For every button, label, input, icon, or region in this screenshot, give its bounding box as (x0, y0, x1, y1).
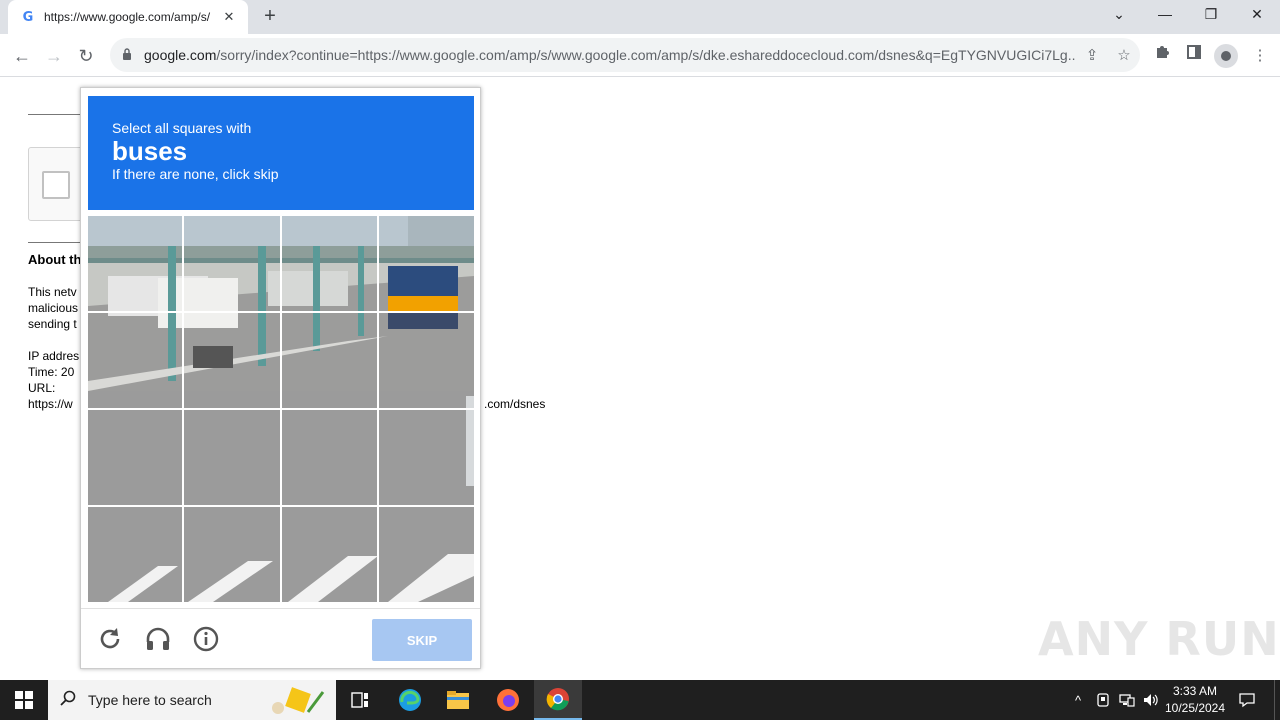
side-panel-icon[interactable] (1180, 42, 1208, 70)
edge-browser-icon[interactable] (386, 680, 434, 720)
start-button[interactable] (0, 680, 48, 720)
back-button[interactable]: ← (8, 42, 36, 70)
grid-tile[interactable] (379, 216, 474, 311)
grid-tile[interactable] (88, 313, 182, 408)
grid-tile[interactable] (184, 216, 280, 311)
url-value: https://w (28, 397, 73, 411)
instruction-subtext: If there are none, click skip (112, 166, 279, 182)
challenge-keyword: buses (112, 136, 188, 166)
search-highlight-icon (268, 686, 328, 719)
extensions-puzzle-icon[interactable] (1148, 42, 1176, 70)
new-tab-button[interactable]: + (258, 5, 282, 29)
close-tab-icon[interactable]: ✕ (220, 9, 238, 25)
minimize-button[interactable]: — (1142, 0, 1188, 30)
anyrun-watermark: ANY RUN (1038, 612, 1280, 666)
menu-kebab-icon[interactable]: ⋮ (1246, 42, 1274, 70)
url-label: URL: (28, 381, 56, 395)
captcha-challenge: Select all squares with buses If there a… (80, 87, 481, 669)
close-window-button[interactable]: ✕ (1234, 0, 1280, 30)
url-path: /sorry/index?continue=https://www.google… (216, 47, 1076, 63)
reload-button[interactable]: ↻ (72, 42, 100, 70)
lock-icon (122, 48, 136, 62)
divider (28, 114, 88, 115)
grid-tile[interactable] (282, 216, 377, 311)
taskbar-search-box[interactable]: Type here to search (48, 680, 336, 720)
skip-button[interactable]: SKIP (372, 619, 472, 661)
about-line: This netv (28, 285, 77, 299)
grid-tile[interactable] (282, 313, 377, 408)
about-heading: About th (28, 252, 82, 267)
clock-time: 3:33 AM (1172, 684, 1218, 698)
ip-line: IP addres (28, 349, 80, 363)
about-line: malicious (28, 301, 79, 315)
tab-strip: G https://www.google.com/amp/s/ ✕ + ⌄ — … (0, 0, 1280, 34)
url-text: google.com/sorry/index?continue=https://… (144, 47, 1076, 63)
about-line: sending t (28, 317, 77, 331)
grid-tile[interactable] (88, 410, 182, 505)
challenge-header: Select all squares with buses If there a… (88, 96, 474, 210)
recaptcha-checkbox[interactable] (42, 171, 70, 199)
tab-search-chevron-icon[interactable]: ⌄ (1096, 0, 1142, 30)
show-desktop-button[interactable] (1274, 680, 1280, 720)
challenge-footer: SKIP (81, 608, 480, 669)
grid-tile[interactable] (379, 410, 474, 505)
network-icon[interactable] (1116, 680, 1138, 720)
grid-tile[interactable] (184, 410, 280, 505)
url-tail: .com/dsnes (484, 397, 546, 411)
firefox-icon[interactable] (484, 680, 532, 720)
chrome-icon[interactable] (534, 680, 582, 720)
search-placeholder: Type here to search (88, 692, 212, 708)
system-clock[interactable]: 3:33 AM 10/25/2024 (1160, 683, 1230, 717)
notifications-icon[interactable] (1234, 680, 1260, 720)
grid-tile[interactable] (282, 410, 377, 505)
browser-tab[interactable]: G https://www.google.com/amp/s/ ✕ (8, 0, 248, 34)
search-icon (48, 690, 88, 711)
recaptcha-widget[interactable] (28, 147, 88, 221)
url-host: google.com (144, 47, 217, 63)
time-line: Time: 20 (28, 365, 75, 379)
browser-toolbar: ← → ↻ google.com/sorry/index?continue=ht… (0, 34, 1280, 77)
grid-tile[interactable] (88, 216, 182, 311)
grid-tile[interactable] (88, 507, 182, 602)
help-info-icon[interactable] (190, 623, 222, 655)
show-hidden-icons-chevron-icon[interactable]: ^ (1066, 680, 1090, 720)
reload-challenge-icon[interactable] (94, 623, 126, 655)
grid-tile[interactable] (184, 507, 280, 602)
windows-taskbar: Type here to search ^ 3:33 AM 10/25/2024 (0, 680, 1280, 720)
grid-tile[interactable] (379, 313, 474, 408)
instruction-text: Select all squares with (112, 120, 252, 136)
divider (28, 242, 88, 243)
tab-title: https://www.google.com/amp/s/ (44, 10, 211, 24)
audio-challenge-headphones-icon[interactable] (142, 623, 174, 655)
grid-tile[interactable] (184, 313, 280, 408)
forward-button[interactable]: → (40, 42, 68, 70)
grid-tile[interactable] (282, 507, 377, 602)
volume-icon[interactable] (1140, 680, 1162, 720)
share-icon[interactable]: ⇪ (1076, 46, 1108, 64)
google-favicon-icon: G (22, 9, 34, 25)
bookmark-star-icon[interactable]: ☆ (1108, 46, 1140, 64)
image-grid (88, 216, 474, 602)
file-explorer-icon[interactable] (434, 680, 482, 720)
windows-logo-icon (15, 691, 33, 709)
grid-tile[interactable] (379, 507, 474, 602)
task-view-icon[interactable] (336, 680, 384, 720)
restore-button[interactable]: ❐ (1188, 0, 1234, 30)
address-bar[interactable]: google.com/sorry/index?continue=https://… (110, 38, 1140, 72)
clock-date: 10/25/2024 (1164, 701, 1226, 715)
profile-avatar[interactable] (1214, 44, 1238, 68)
device-icon[interactable] (1092, 680, 1114, 720)
